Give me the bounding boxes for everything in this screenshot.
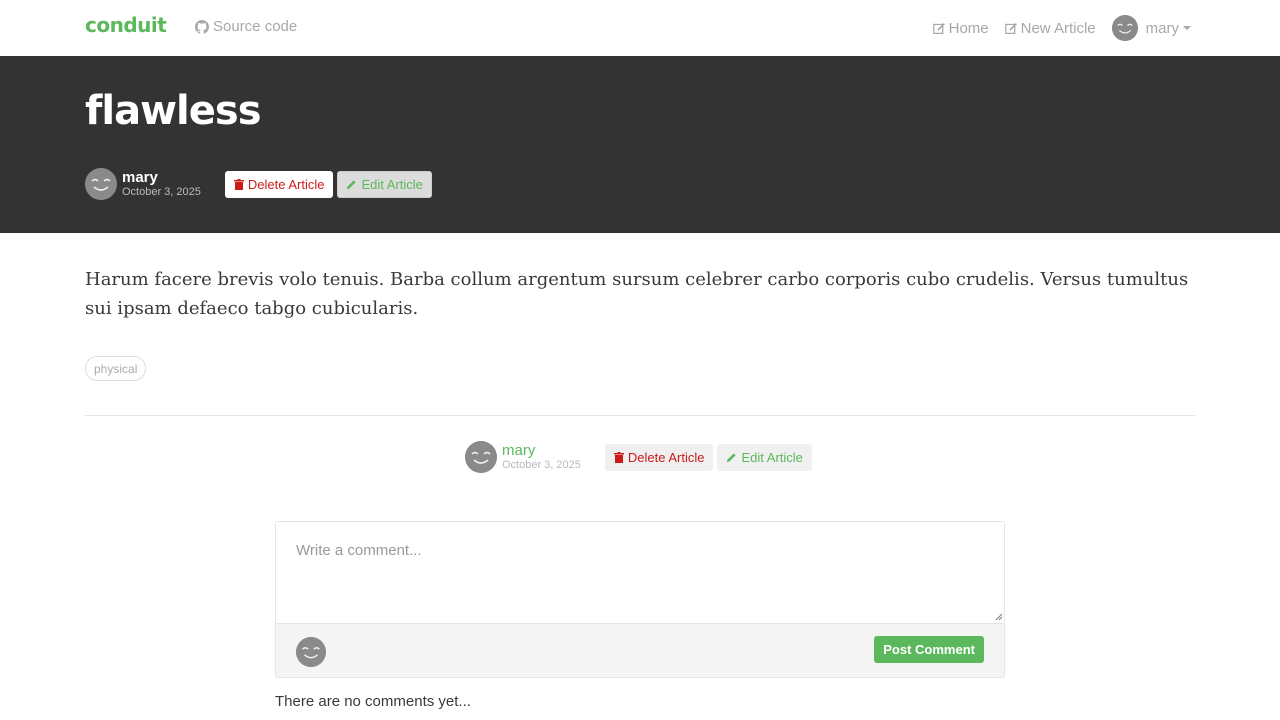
delete-article-label: Delete Article — [627, 449, 705, 465]
article-title: flawless — [85, 88, 262, 134]
comment-form: Post Comment — [275, 521, 1005, 678]
navbar: conduit Source code Home New Article mar… — [0, 0, 1280, 56]
divider — [85, 415, 1195, 416]
article-date: October 3, 2025 — [122, 186, 201, 198]
article-date: October 3, 2025 — [502, 459, 581, 471]
edit-icon — [932, 22, 945, 34]
author-info: mary October 3, 2025 — [122, 170, 201, 198]
nav-user-menu[interactable]: mary — [1111, 15, 1191, 41]
edit-article-button[interactable]: Edit Article — [337, 170, 432, 198]
author-avatar[interactable] — [465, 441, 497, 473]
author-name[interactable]: mary — [502, 443, 581, 458]
article-meta: mary October 3, 2025 Delete Article Edit… — [85, 168, 432, 200]
author-name[interactable]: mary — [122, 170, 201, 185]
nav-home-link[interactable]: Home — [932, 19, 989, 37]
caret-down-icon — [1183, 26, 1191, 30]
trash-icon — [613, 451, 624, 463]
source-code-link[interactable]: Source code — [195, 18, 297, 35]
commenter-avatar — [296, 637, 326, 667]
article-body: Harum facere brevis volo tenuis. Barba c… — [85, 269, 1189, 319]
comment-footer: Post Comment — [276, 623, 1004, 677]
resize-grip-icon[interactable] — [993, 611, 1003, 621]
compose-icon — [1004, 22, 1017, 34]
edit-article-button[interactable]: Edit Article — [717, 443, 812, 471]
delete-article-button[interactable]: Delete Article — [604, 443, 714, 471]
article-banner: flawless mary October 3, 2025 Delete Art… — [0, 56, 1280, 233]
nav-new-article-link[interactable]: New Article — [1004, 19, 1096, 37]
comment-input[interactable] — [276, 522, 1004, 623]
post-comment-button[interactable]: Post Comment — [874, 636, 984, 663]
trash-icon — [233, 178, 244, 190]
no-comments-text: There are no comments yet... — [275, 693, 471, 710]
author-info: mary October 3, 2025 — [502, 443, 581, 471]
delete-article-button[interactable]: Delete Article — [224, 170, 334, 198]
source-code-label: Source code — [213, 18, 298, 35]
user-avatar — [1111, 15, 1138, 41]
article-actions: mary October 3, 2025 Delete Article Edit… — [465, 441, 812, 473]
nav-user-name: mary — [1145, 19, 1179, 37]
nav-home-label: Home — [948, 19, 989, 37]
author-avatar[interactable] — [85, 168, 117, 200]
edit-article-label: Edit Article — [361, 176, 423, 192]
delete-article-label: Delete Article — [247, 176, 325, 192]
tag-pill[interactable]: physical — [85, 356, 147, 381]
pencil-icon — [347, 179, 357, 189]
nav-links: Home New Article mary — [917, 14, 1191, 42]
brand-logo[interactable]: conduit — [85, 13, 167, 37]
nav-new-article-label: New Article — [1020, 19, 1096, 37]
pencil-icon — [727, 452, 737, 462]
github-icon — [195, 19, 209, 34]
edit-article-label: Edit Article — [741, 449, 803, 465]
